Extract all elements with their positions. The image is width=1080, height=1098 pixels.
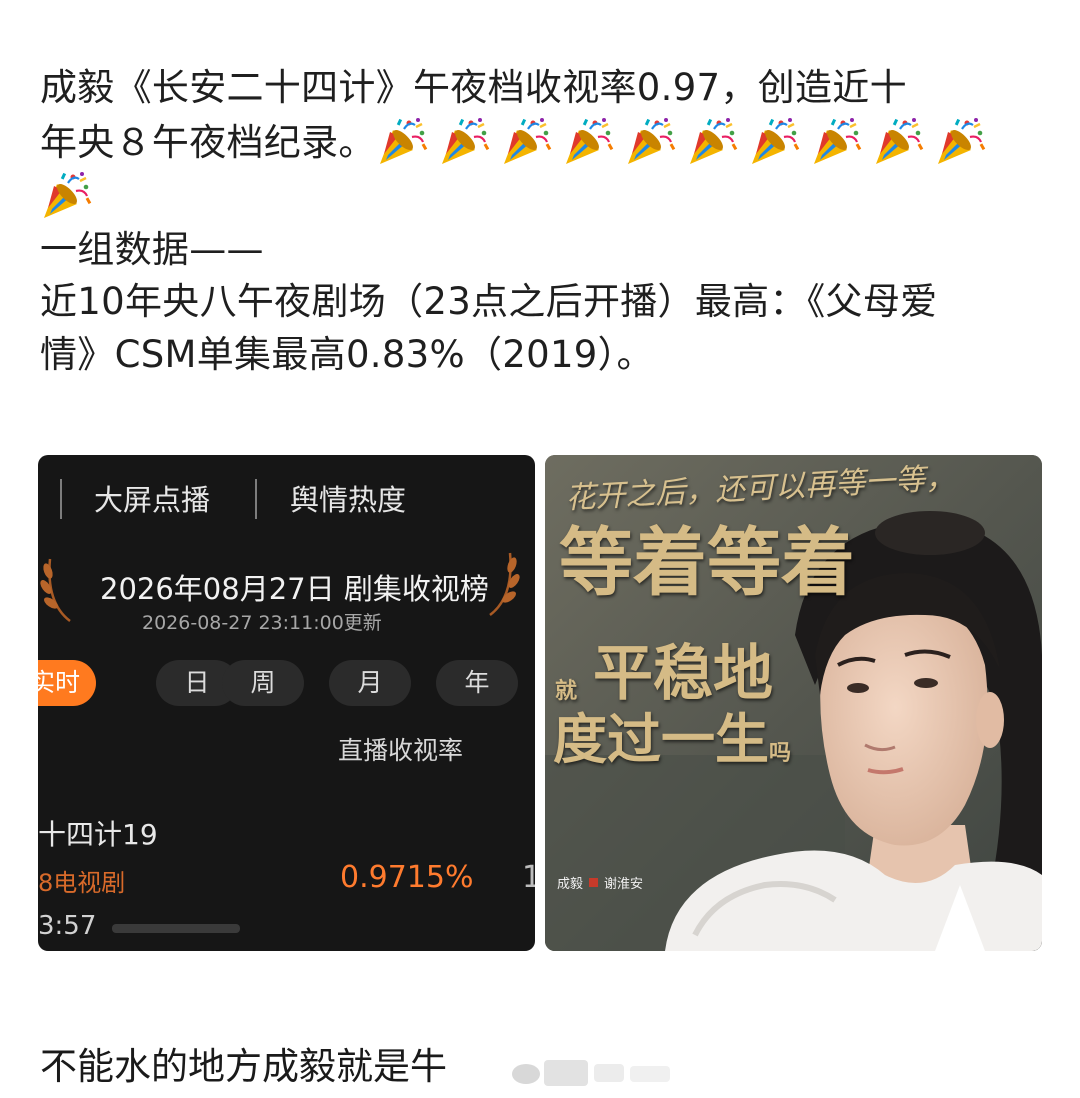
period-realtime-button[interactable]: 实时 (38, 660, 96, 706)
laurel-left-icon (40, 551, 76, 623)
poster-small-char-end: 吗 (769, 740, 792, 766)
party-popper-icon (376, 115, 428, 167)
rank-value: 1 (522, 860, 535, 895)
tab-vod: 大屏点播 (94, 483, 211, 517)
emoji-row (40, 169, 1040, 224)
party-popper-icon (872, 115, 924, 167)
update-timestamp: 2026-08-27 23:11:00更新 (142, 612, 382, 634)
post-line: 一组数据—— (40, 227, 264, 271)
poster-headline-1: 等着等着 (559, 520, 855, 606)
post-line-with-emojis: 年央８午夜档纪录。 (40, 115, 1040, 170)
party-popper-icon (500, 115, 552, 167)
time-value: 3:57 (38, 911, 97, 941)
post-line-text: 年央８午夜档纪录。 (40, 120, 376, 164)
post-line: 情》CSM单集最高0.83%（2019）。 (40, 332, 654, 376)
credit-actor: 成毅 (557, 877, 584, 892)
tab-divider (60, 479, 62, 519)
tab-bar: 大屏点播 舆情热度 (38, 455, 535, 540)
party-popper-icon (40, 169, 92, 221)
rating-value: 0.9715% (340, 860, 474, 895)
emoji-row (376, 121, 996, 164)
party-popper-icon (562, 115, 614, 167)
credit-role: 谢淮安 (604, 877, 644, 892)
party-popper-icon (686, 115, 738, 167)
post-line: 成毅《长安二十四计》午夜档收视率0.97，创造近十 (40, 66, 907, 109)
live-rating-column-header: 直播收视率 (338, 736, 464, 765)
party-popper-icon (624, 115, 676, 167)
party-popper-icon (438, 115, 490, 167)
party-popper-icon (748, 115, 800, 167)
footer-text: 不能水的地方成毅就是牛 (40, 1045, 447, 1088)
credit-separator-icon (589, 878, 599, 887)
period-month-button[interactable]: 月 (329, 660, 411, 706)
laurel-right-icon (484, 545, 520, 617)
channel-label: 8电视剧 (38, 869, 126, 897)
period-year-button[interactable]: 年 (436, 660, 518, 706)
party-popper-icon (810, 115, 862, 167)
party-popper-icon (934, 115, 986, 167)
period-week-button[interactable]: 周 (222, 660, 304, 706)
weibo-watermark-icon (508, 1046, 678, 1094)
post-text: 成毅《长安二十四计》午夜档收视率0.97，创造近十 年央８午夜档纪录。 一组数据… (40, 62, 1040, 381)
drama-poster[interactable]: 花开之后，还可以再等一等， 等着等着 就 平稳地 度过一生 吗 成毅 谢淮安 (545, 455, 1042, 951)
tab-sentiment: 舆情热度 (290, 483, 407, 517)
chart-date-title: 2026年08月27日 剧集收视榜 (100, 572, 489, 606)
ratings-screenshot[interactable]: 大屏点播 舆情热度 2026年08月27日 剧集收视榜 2026-08-27 2… (38, 455, 535, 951)
blurred-text (112, 924, 240, 933)
post-line: 近10年央八午夜剧场（23点之后开播）最高：《父母爱 (40, 280, 938, 323)
poster-headline-3: 度过一生 (553, 707, 769, 771)
show-title: 十四计19 (38, 818, 158, 851)
poster-credits: 成毅 谢淮安 (557, 873, 643, 892)
tab-divider (255, 479, 257, 519)
